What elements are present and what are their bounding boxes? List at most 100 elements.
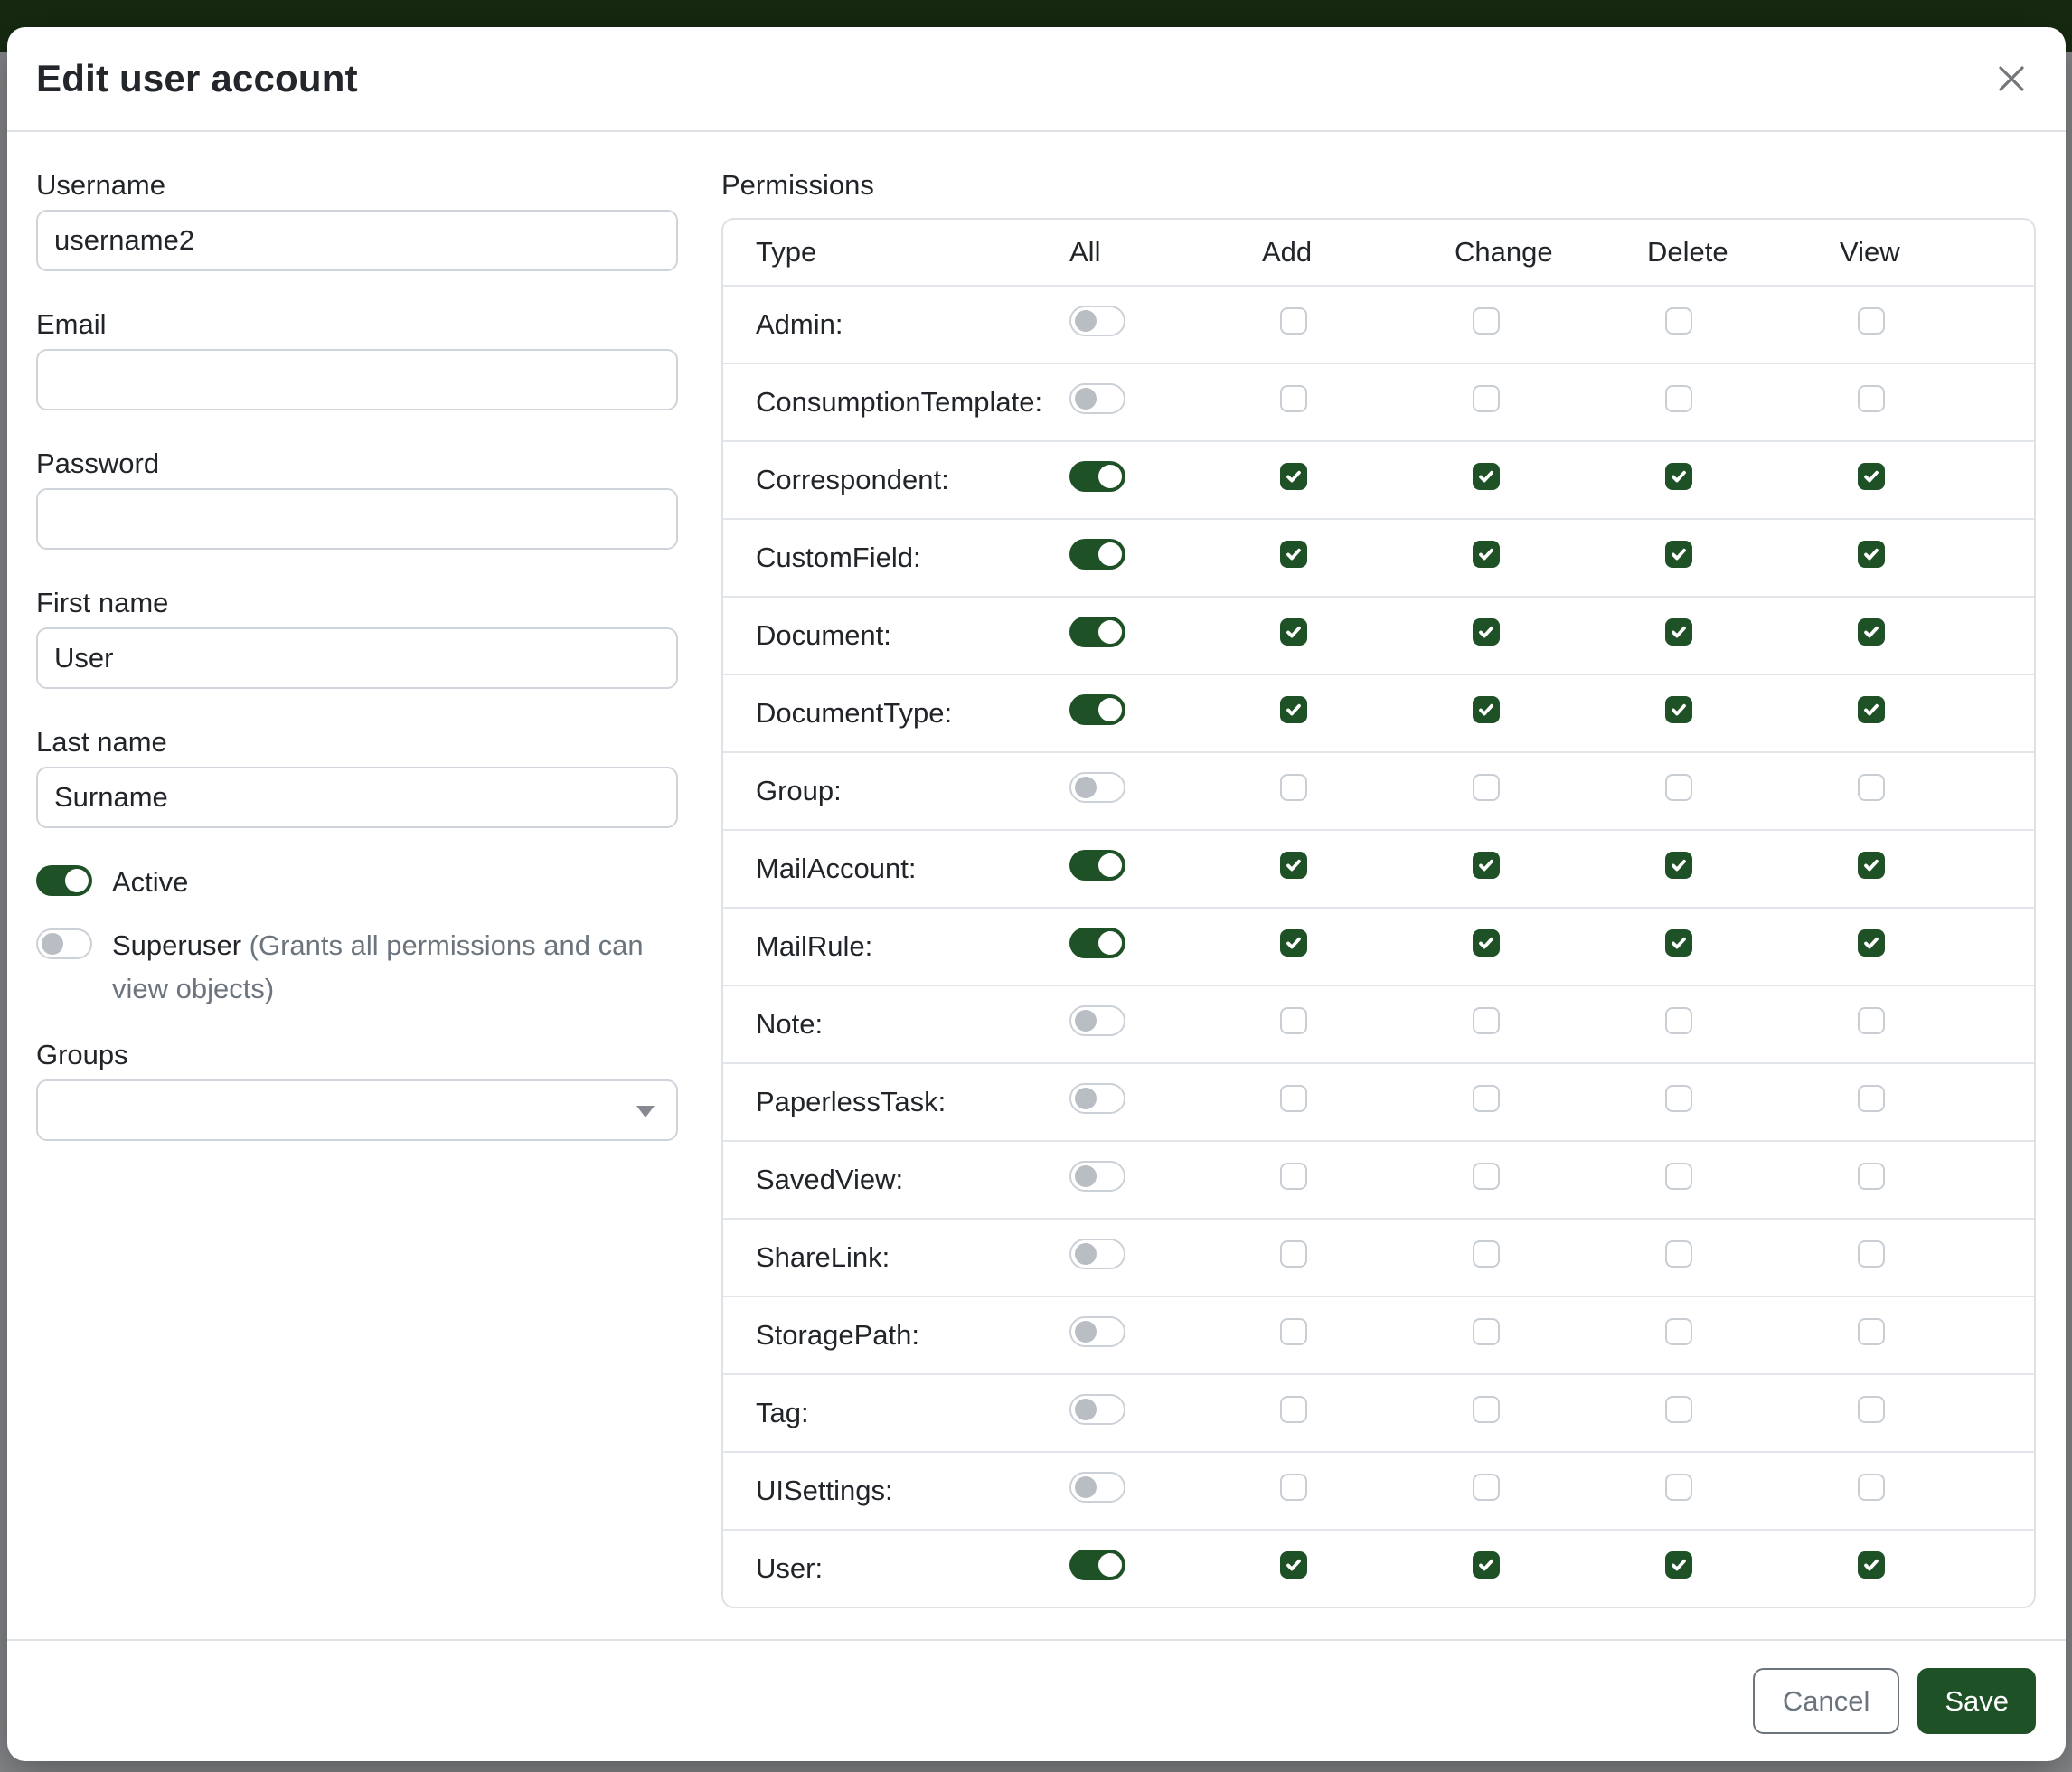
active-toggle[interactable] [36, 865, 92, 896]
permission-delete-checkbox[interactable] [1665, 774, 1692, 801]
permission-all-toggle[interactable] [1069, 1550, 1125, 1580]
permission-view-checkbox[interactable] [1858, 1085, 1885, 1112]
permission-add-checkbox[interactable] [1280, 1007, 1307, 1034]
permission-view-checkbox[interactable] [1858, 385, 1885, 412]
permission-change-checkbox[interactable] [1473, 618, 1500, 646]
permission-all-toggle[interactable] [1069, 1394, 1125, 1425]
username-input[interactable] [36, 210, 678, 271]
permission-view-checkbox[interactable] [1858, 774, 1885, 801]
permission-all-toggle[interactable] [1069, 1005, 1125, 1036]
cancel-button[interactable]: Cancel [1753, 1668, 1900, 1734]
permission-add-checkbox[interactable] [1280, 385, 1307, 412]
permission-view-checkbox[interactable] [1858, 307, 1885, 335]
toggle-knob [1075, 1476, 1097, 1498]
permission-add-checkbox[interactable] [1280, 1551, 1307, 1579]
first-name-input[interactable] [36, 627, 678, 689]
permission-add-checkbox[interactable] [1280, 696, 1307, 723]
permission-change-checkbox[interactable] [1473, 541, 1500, 568]
permission-view-checkbox[interactable] [1858, 541, 1885, 568]
permission-all-toggle[interactable] [1069, 850, 1125, 881]
permission-change-checkbox[interactable] [1473, 696, 1500, 723]
permission-add-checkbox[interactable] [1280, 463, 1307, 490]
permission-all-toggle[interactable] [1069, 617, 1125, 647]
toggle-knob [1075, 1399, 1097, 1420]
permission-add-checkbox[interactable] [1280, 541, 1307, 568]
permission-add-checkbox[interactable] [1280, 1474, 1307, 1501]
permission-view-checkbox[interactable] [1858, 852, 1885, 879]
permission-view-checkbox[interactable] [1858, 1318, 1885, 1345]
permission-delete-checkbox[interactable] [1665, 852, 1692, 879]
permission-view-checkbox[interactable] [1858, 618, 1885, 646]
permission-change-checkbox[interactable] [1473, 385, 1500, 412]
permission-all-toggle[interactable] [1069, 1239, 1125, 1269]
permission-all-toggle[interactable] [1069, 1472, 1125, 1503]
permission-add-checkbox[interactable] [1280, 929, 1307, 957]
permission-delete-checkbox[interactable] [1665, 385, 1692, 412]
permission-change-checkbox[interactable] [1473, 1318, 1500, 1345]
permission-delete-checkbox[interactable] [1665, 1007, 1692, 1034]
permission-add-checkbox[interactable] [1280, 1085, 1307, 1112]
permission-delete-checkbox[interactable] [1665, 618, 1692, 646]
permission-change-checkbox[interactable] [1473, 1396, 1500, 1423]
permission-all-toggle[interactable] [1069, 539, 1125, 570]
permission-view-checkbox[interactable] [1858, 463, 1885, 490]
permission-all-toggle[interactable] [1069, 306, 1125, 336]
permission-add-checkbox[interactable] [1280, 1163, 1307, 1190]
permission-delete-checkbox[interactable] [1665, 1318, 1692, 1345]
permission-change-checkbox[interactable] [1473, 1474, 1500, 1501]
permission-all-toggle[interactable] [1069, 1316, 1125, 1347]
last-name-input[interactable] [36, 767, 678, 828]
permission-view-checkbox[interactable] [1858, 1396, 1885, 1423]
permission-delete-checkbox[interactable] [1665, 1163, 1692, 1190]
permission-all-toggle[interactable] [1069, 1161, 1125, 1192]
permission-delete-checkbox[interactable] [1665, 1474, 1692, 1501]
permission-change-checkbox[interactable] [1473, 1163, 1500, 1190]
permission-change-checkbox[interactable] [1473, 929, 1500, 957]
permission-delete-checkbox[interactable] [1665, 541, 1692, 568]
permission-row: StoragePath: [723, 1296, 2034, 1373]
permission-delete-checkbox[interactable] [1665, 1085, 1692, 1112]
permission-view-checkbox[interactable] [1858, 1240, 1885, 1268]
permission-add-checkbox[interactable] [1280, 307, 1307, 335]
permission-change-checkbox[interactable] [1473, 463, 1500, 490]
permission-all-toggle[interactable] [1069, 1083, 1125, 1114]
permission-change-checkbox[interactable] [1473, 852, 1500, 879]
password-input[interactable] [36, 488, 678, 550]
permission-all-toggle[interactable] [1069, 928, 1125, 958]
permission-delete-checkbox[interactable] [1665, 307, 1692, 335]
permission-view-checkbox[interactable] [1858, 1007, 1885, 1034]
superuser-toggle[interactable] [36, 928, 92, 959]
permission-all-toggle[interactable] [1069, 383, 1125, 414]
email-input[interactable] [36, 349, 678, 410]
permission-delete-checkbox[interactable] [1665, 1396, 1692, 1423]
permission-add-checkbox[interactable] [1280, 1318, 1307, 1345]
permission-view-checkbox[interactable] [1858, 929, 1885, 957]
permission-delete-checkbox[interactable] [1665, 1551, 1692, 1579]
permission-view-checkbox[interactable] [1858, 696, 1885, 723]
permission-add-checkbox[interactable] [1280, 852, 1307, 879]
close-button[interactable] [1990, 57, 2033, 100]
permission-delete-checkbox[interactable] [1665, 463, 1692, 490]
permission-change-checkbox[interactable] [1473, 774, 1500, 801]
permission-add-checkbox[interactable] [1280, 1396, 1307, 1423]
permission-view-checkbox[interactable] [1858, 1163, 1885, 1190]
permission-delete-checkbox[interactable] [1665, 1240, 1692, 1268]
permission-all-toggle[interactable] [1069, 461, 1125, 492]
permission-change-checkbox[interactable] [1473, 1240, 1500, 1268]
permission-add-checkbox[interactable] [1280, 774, 1307, 801]
permission-add-checkbox[interactable] [1280, 618, 1307, 646]
permission-view-checkbox[interactable] [1858, 1474, 1885, 1501]
permission-all-toggle[interactable] [1069, 694, 1125, 725]
permission-view-checkbox[interactable] [1858, 1551, 1885, 1579]
save-button[interactable]: Save [1917, 1668, 2036, 1734]
permission-change-checkbox[interactable] [1473, 1551, 1500, 1579]
permission-delete-checkbox[interactable] [1665, 696, 1692, 723]
groups-select[interactable] [36, 1079, 678, 1141]
permission-change-checkbox[interactable] [1473, 1007, 1500, 1034]
permission-delete-checkbox[interactable] [1665, 929, 1692, 957]
permission-change-checkbox[interactable] [1473, 1085, 1500, 1112]
permission-all-toggle[interactable] [1069, 772, 1125, 803]
permission-change-checkbox[interactable] [1473, 307, 1500, 335]
permission-add-checkbox[interactable] [1280, 1240, 1307, 1268]
toggle-knob [1075, 1088, 1097, 1109]
